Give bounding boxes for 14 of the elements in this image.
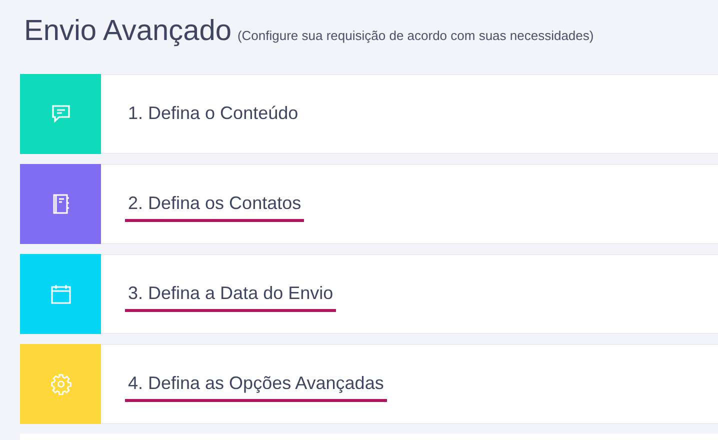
calendar-icon xyxy=(50,283,72,305)
step-label: 4. Defina as Opções Avançadas xyxy=(125,370,387,402)
chat-icon xyxy=(50,103,72,125)
step-card[interactable]: 2. Defina os Contatos xyxy=(101,164,718,244)
step-card[interactable]: 3. Defina a Data do Envio xyxy=(101,254,718,334)
step-card[interactable]: 1. Defina o Conteúdo xyxy=(101,74,718,154)
page-subtitle: (Configure sua requisição de acordo com suas necessidades) xyxy=(237,27,594,45)
step-label: 1. Defina o Conteúdo xyxy=(127,102,300,124)
step-label: 2. Defina os Contatos xyxy=(125,190,304,222)
page-title: Envio Avançado xyxy=(24,14,232,49)
gear-icon xyxy=(50,373,72,395)
notebook-icon xyxy=(50,193,70,215)
step-card[interactable]: 4. Defina as Opções Avançadas xyxy=(101,344,718,424)
step-label: 3. Defina a Data do Envio xyxy=(125,280,336,312)
